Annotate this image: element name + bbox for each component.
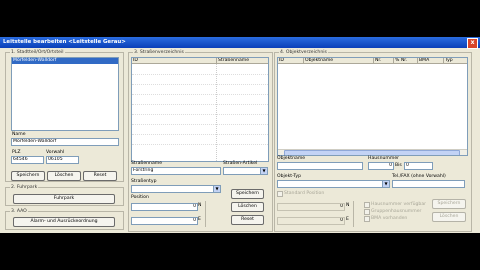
list-item[interactable]: Mörfelden-Walldorf (12, 58, 118, 64)
edit-window: Leitstelle bearbeiten <Leitstelle Gerau>… (0, 37, 480, 233)
hausnummer-verfuegbar-label: Hausnummer verfügbar (371, 202, 427, 207)
title-bar: Leitstelle bearbeiten <Leitstelle Gerau>… (0, 37, 480, 49)
strassen-table[interactable]: ID Straßenname (131, 57, 269, 162)
plz-field[interactable]: 64546 (11, 156, 44, 164)
row-divider (132, 124, 268, 125)
gruppenhausnummer-checkbox[interactable] (364, 209, 370, 215)
standard-position-label: Standard Position (284, 191, 325, 196)
col-header-id[interactable]: ID (132, 58, 217, 64)
objektname-field[interactable] (277, 162, 363, 170)
col-header-typ[interactable]: Typ (444, 58, 467, 64)
strassentyp-select[interactable]: ▼ (131, 185, 221, 193)
fuhrpark-button[interactable]: Fuhrpark (13, 194, 115, 204)
strassenname-field[interactable]: Forstring (131, 167, 221, 175)
objekt-pos-e-field[interactable]: 0 (277, 217, 345, 225)
strassenname-label: Straßenname (131, 161, 163, 166)
name-label: Name (12, 132, 26, 137)
chevron-down-icon: ▼ (213, 186, 220, 192)
vorwahl-field[interactable]: 06105 (46, 156, 79, 164)
strassen-save-button[interactable]: Speichern (231, 189, 264, 199)
telefon-field[interactable] (392, 180, 465, 188)
row-divider (132, 84, 268, 85)
strassen-pos-n-field[interactable]: 0 (131, 203, 198, 211)
position-divider (205, 201, 216, 227)
telefon-label: Tel./FAX (ohne Vorwahl) (392, 174, 446, 179)
col-header-nr[interactable]: Nr. (374, 58, 394, 64)
objekt-pos-n-field[interactable]: 0 (277, 203, 345, 211)
row-divider (132, 94, 268, 95)
window-title: Leitstelle bearbeiten <Leitstelle Gerau> (3, 39, 126, 45)
objektname-label: Objektname (277, 156, 306, 161)
row-divider (132, 134, 268, 135)
artikel-label: Straßen-Artikel (223, 161, 258, 166)
objekt-pos-n-unit: N (346, 203, 350, 208)
column-divider (216, 64, 217, 161)
strassen-reset-button[interactable]: Reset (231, 215, 264, 225)
group-stadtteil-title: 1. Stadtteil/Ort/Ortsteil (10, 50, 65, 55)
artikel-select[interactable]: ▼ (223, 167, 268, 175)
objekte-table[interactable]: ID Objektname Nr. % Nr. BMA Typ (277, 57, 468, 156)
aao-button[interactable]: Alarm- und Ausrückeordnung (13, 217, 115, 227)
stadtteil-save-button[interactable]: Speichern (11, 171, 45, 181)
row-divider (132, 74, 268, 75)
row-divider (132, 114, 268, 115)
col-header-id[interactable]: ID (278, 58, 304, 64)
hausnummer-to-field[interactable]: 0 (404, 162, 433, 170)
strassen-pos-e-unit: E (198, 217, 201, 222)
group-fuhrpark-title: 2. Fuhrpark (10, 185, 39, 190)
vorwahl-label: Vorwahl (46, 150, 65, 155)
bma-vorhanden-checkbox[interactable] (364, 216, 370, 222)
strassentyp-label: Straßentyp (131, 179, 157, 184)
position-divider (353, 201, 360, 227)
strassen-pos-e-field[interactable]: 0 (131, 217, 198, 225)
objekttyp-select[interactable]: ▼ (277, 180, 390, 188)
objekt-pos-e-unit: E (346, 217, 349, 222)
row-divider (132, 144, 268, 145)
bis-label: Bis (395, 163, 402, 168)
objekt-delete-button[interactable]: Löschen (432, 212, 466, 222)
stadtteil-reset-button[interactable]: Reset (83, 171, 117, 181)
chevron-down-icon: ▼ (382, 181, 389, 187)
plz-label: PLZ (12, 150, 21, 155)
group-strassen-title: 3. Straßenverzeichnis (133, 50, 185, 55)
group-aao-title: 3. AAO (10, 209, 28, 214)
standard-position-checkbox[interactable] (277, 191, 283, 197)
stadtteil-delete-button[interactable]: Löschen (47, 171, 81, 181)
col-header-prozent-nr[interactable]: % Nr. (394, 58, 418, 64)
close-button[interactable]: x (467, 38, 478, 49)
gruppenhausnummer-label: Gruppenhausnummer (371, 209, 422, 214)
objekttyp-label: Objekt-Typ (277, 174, 302, 179)
group-objekte-title: 4. Objektverzeichnis (279, 50, 328, 55)
position-label: Position (131, 195, 149, 200)
stadtteil-list[interactable]: Mörfelden-Walldorf (11, 57, 119, 131)
name-field[interactable]: Mörfelden-Walldorf (11, 138, 119, 146)
chevron-down-icon: ▼ (260, 168, 267, 174)
strassen-delete-button[interactable]: Löschen (231, 202, 264, 212)
strassen-pos-n-unit: N (198, 203, 202, 208)
col-header-objektname[interactable]: Objektname (304, 58, 374, 64)
horizontal-scrollbar[interactable] (278, 149, 467, 155)
objekt-save-button[interactable]: Speichern (432, 199, 466, 209)
hausnummer-from-field[interactable]: 0 (368, 162, 394, 170)
col-header-bma[interactable]: BMA (418, 58, 444, 64)
bma-vorhanden-label: BMA vorhanden (371, 216, 408, 221)
col-header-strassenname[interactable]: Straßenname (217, 58, 268, 64)
hausnummer-label: Hausnummer (368, 156, 400, 161)
row-divider (132, 104, 268, 105)
hausnummer-verfuegbar-checkbox[interactable] (364, 202, 370, 208)
